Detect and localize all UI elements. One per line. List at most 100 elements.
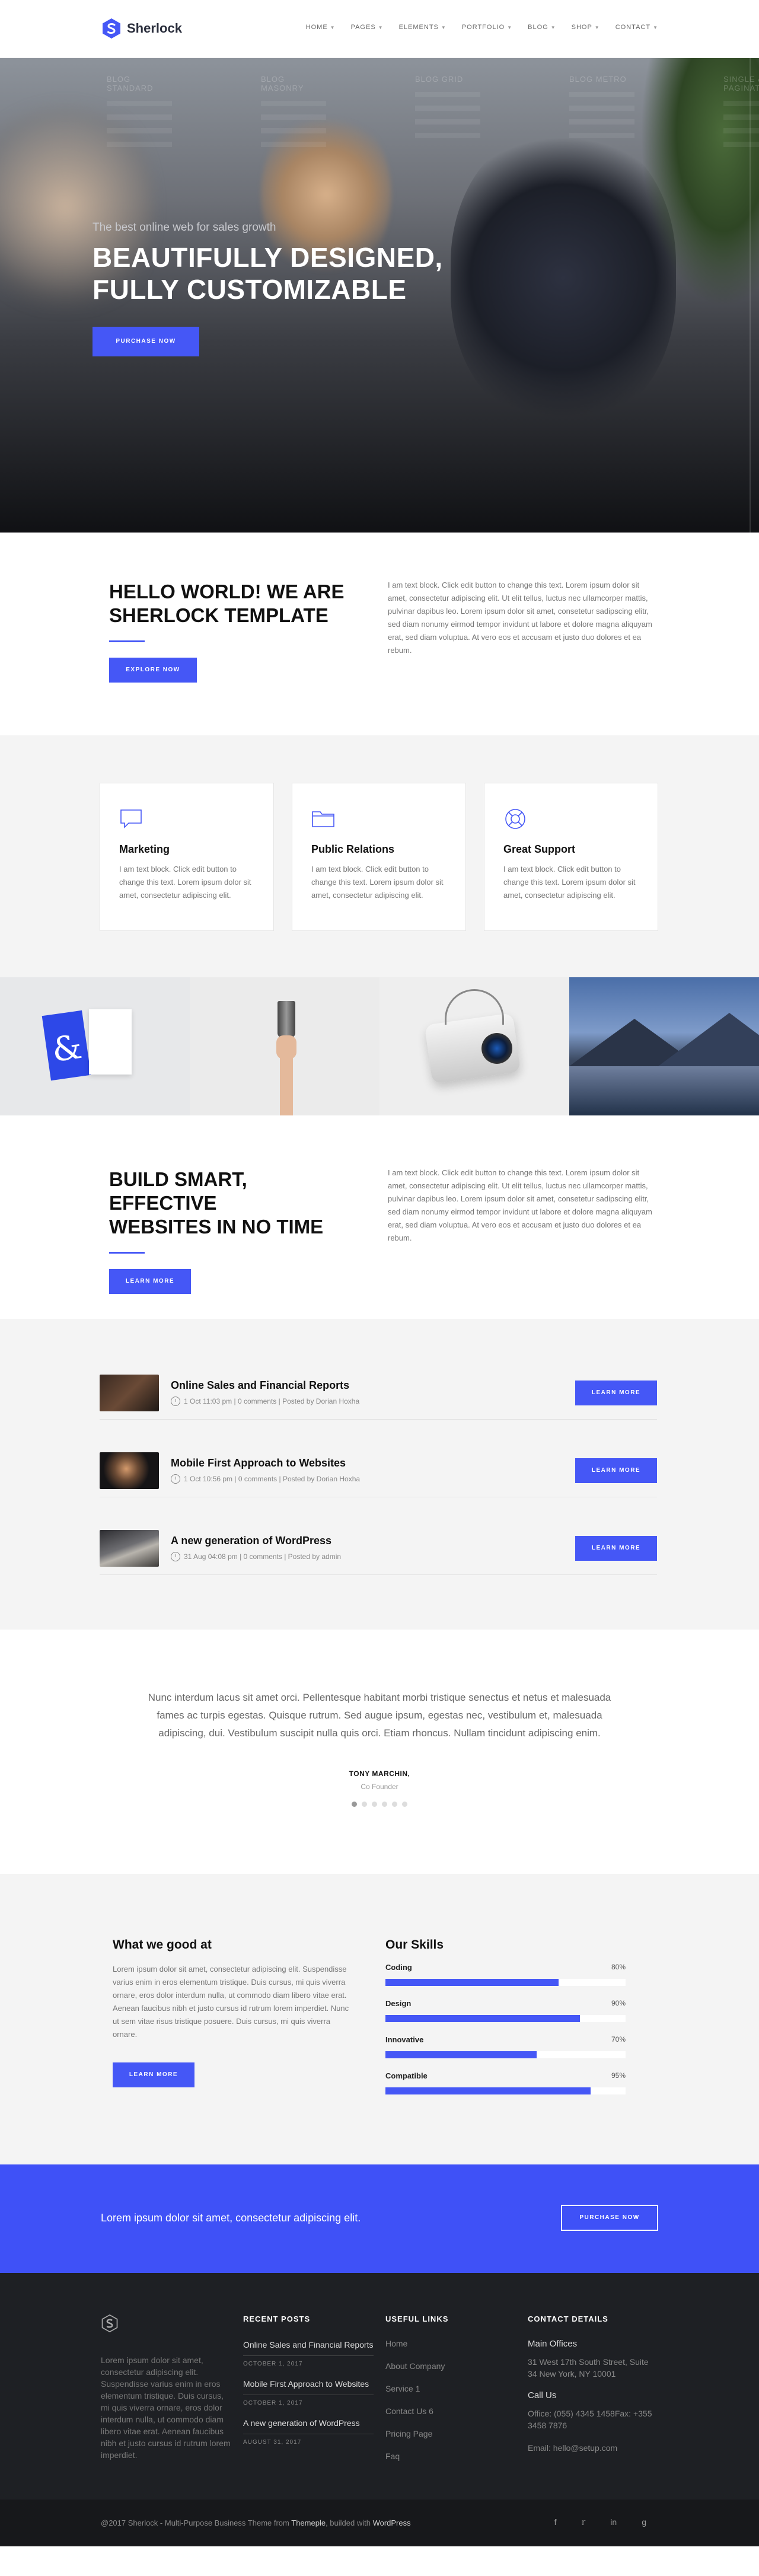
nav-shop[interactable]: SHOP ▼ bbox=[572, 24, 600, 31]
nav-contact[interactable]: CONTACT ▼ bbox=[616, 24, 658, 31]
gallery-image-landscape[interactable] bbox=[569, 977, 759, 1115]
footer-post-link[interactable]: Mobile First Approach to Websites bbox=[243, 2378, 374, 2390]
build-title: BUILD SMART, EFFECTIVE WEBSITES IN NO TI… bbox=[109, 1168, 358, 1239]
site-header: Sherlock HOME ▼ PAGES ▼ ELEMENTS ▼ PORTFOLI… bbox=[0, 0, 759, 58]
mega-menu-item bbox=[569, 92, 634, 97]
clock-icon bbox=[171, 1397, 180, 1406]
purchase-now-button[interactable]: PURCHASE NOW bbox=[561, 2205, 658, 2231]
footer-post-link[interactable]: A new generation of WordPress bbox=[243, 2417, 374, 2429]
hero-title: BEAUTIFULLY DESIGNED, FULLY CUSTOMIZABLE bbox=[93, 241, 443, 305]
skill-name: Design bbox=[385, 1999, 412, 2008]
post-title[interactable]: Mobile First Approach to Websites bbox=[171, 1457, 360, 1469]
copyright-brand-link[interactable]: Themeple bbox=[291, 2518, 326, 2527]
ampersand-icon: & bbox=[49, 1027, 85, 1070]
mega-menu-column[interactable]: SINGLE & PAGINATION bbox=[723, 75, 759, 147]
chevron-down-icon: ▼ bbox=[441, 24, 447, 30]
post-meta: 1 Oct 11:03 pm | 0 comments | Posted by … bbox=[171, 1397, 359, 1406]
post-thumbnail[interactable] bbox=[100, 1374, 159, 1411]
blog-posts-section: Online Sales and Financial Reports 1 Oct… bbox=[0, 1319, 759, 1630]
gallery-image-cup[interactable] bbox=[190, 977, 380, 1115]
skill-bar: Compatible 95% bbox=[385, 2071, 626, 2094]
arm-shape bbox=[280, 1057, 293, 1115]
post-thumbnail[interactable] bbox=[100, 1452, 159, 1489]
footer-about-column: Lorem ipsum dolor sit amet, consectetur … bbox=[101, 2314, 231, 2461]
camera-lens-icon bbox=[481, 1033, 512, 1064]
mega-menu-column[interactable]: BLOG STANDARD bbox=[107, 75, 172, 147]
copyright-wordpress-link[interactable]: WordPress bbox=[373, 2518, 411, 2527]
carousel-dot[interactable] bbox=[352, 1802, 357, 1807]
mega-menu-column[interactable]: BLOG MASONRY bbox=[261, 75, 326, 147]
nav-blog[interactable]: BLOG ▼ bbox=[528, 24, 556, 31]
mega-menu-label: BLOG MASONRY bbox=[261, 75, 304, 93]
call-us-title: Call Us bbox=[528, 2390, 557, 2400]
nav-pages[interactable]: PAGES ▼ bbox=[351, 24, 384, 31]
facebook-icon[interactable]: f bbox=[554, 2517, 557, 2527]
footer-link-home[interactable]: Home bbox=[385, 2339, 448, 2348]
logo[interactable]: Sherlock bbox=[101, 18, 182, 39]
carousel-dot[interactable] bbox=[372, 1802, 377, 1807]
hero-content: The best online web for sales growth BEA… bbox=[93, 221, 443, 356]
mega-menu-column[interactable]: BLOG GRID bbox=[415, 75, 480, 147]
post-body: A new generation of WordPress 31 Aug 04:… bbox=[171, 1535, 341, 1561]
mega-menu-item bbox=[723, 101, 759, 106]
nav-home[interactable]: HOME ▼ bbox=[306, 24, 336, 31]
carousel-dot[interactable] bbox=[392, 1802, 397, 1807]
logo-text: Sherlock bbox=[127, 21, 182, 36]
skill-fill bbox=[385, 2015, 581, 2022]
service-text: I am text block. Click edit button to ch… bbox=[311, 865, 444, 900]
nav-portfolio[interactable]: PORTFOLIO ▼ bbox=[462, 24, 512, 31]
copyright-text: , builded with bbox=[326, 2518, 373, 2527]
footer-link-pricing[interactable]: Pricing Page bbox=[385, 2429, 448, 2438]
skill-name: Compatible bbox=[385, 2071, 428, 2080]
footer-link-about[interactable]: About Company bbox=[385, 2361, 448, 2371]
mega-menu-item bbox=[415, 106, 480, 111]
carousel-dot[interactable] bbox=[382, 1802, 387, 1807]
mega-menu-item bbox=[107, 142, 172, 147]
main-nav: HOME ▼ PAGES ▼ ELEMENTS ▼ PORTFOLIO ▼ BLOG ▼ … bbox=[306, 24, 658, 31]
footer-post-date: OCTOBER 1, 2017 bbox=[243, 2395, 374, 2406]
footer-post-date: OCTOBER 1, 2017 bbox=[243, 2355, 374, 2367]
footer-recent-posts-column: RECENT POSTS Online Sales and Financial … bbox=[243, 2314, 374, 2456]
skills-block: Our Skills Coding 80% Design 90% Innovat… bbox=[385, 1938, 626, 2108]
mega-menu-item bbox=[261, 101, 326, 106]
mega-menu-column[interactable]: BLOG METRO bbox=[569, 75, 634, 147]
build-section: BUILD SMART, EFFECTIVE WEBSITES IN NO TI… bbox=[0, 1115, 759, 1319]
carousel-dot[interactable] bbox=[402, 1802, 407, 1807]
post-title[interactable]: A new generation of WordPress bbox=[171, 1535, 341, 1547]
explore-now-button[interactable]: EXPLORE NOW bbox=[109, 658, 197, 683]
brand-card-shape bbox=[89, 1009, 132, 1075]
learn-more-button[interactable]: LEARN MORE bbox=[575, 1458, 657, 1483]
mega-menu-item bbox=[723, 128, 759, 133]
post-item: A new generation of WordPress 31 Aug 04:… bbox=[100, 1522, 657, 1575]
skill-track bbox=[385, 2087, 626, 2094]
linkedin-icon[interactable]: in bbox=[610, 2517, 617, 2527]
skill-fill bbox=[385, 2051, 537, 2058]
intro-title-line: HELLO WORLD! WE ARE bbox=[109, 581, 345, 602]
testimonial-role: Co Founder bbox=[361, 1783, 398, 1791]
gallery-image-camera[interactable] bbox=[380, 977, 569, 1115]
chevron-down-icon: ▼ bbox=[378, 24, 384, 30]
learn-more-button[interactable]: LEARN MORE bbox=[109, 1269, 191, 1294]
skill-percent: 80% bbox=[611, 1963, 626, 1971]
learn-more-button[interactable]: LEARN MORE bbox=[575, 1381, 657, 1405]
learn-more-button[interactable]: LEARN MORE bbox=[113, 2062, 194, 2087]
contact-email[interactable]: Email: hello@setup.com bbox=[528, 2442, 658, 2454]
post-thumbnail[interactable] bbox=[100, 1529, 159, 1567]
intro-heading-block: HELLO WORLD! WE ARE SHERLOCK TEMPLATE EX… bbox=[109, 580, 358, 683]
footer-link-faq[interactable]: Faq bbox=[385, 2451, 448, 2461]
skill-track bbox=[385, 2051, 626, 2058]
post-title[interactable]: Online Sales and Financial Reports bbox=[171, 1379, 359, 1392]
carousel-dot[interactable] bbox=[362, 1802, 367, 1807]
learn-more-button[interactable]: LEARN MORE bbox=[575, 1536, 657, 1561]
hero-section: BLOG STANDARD BLOG MASONRY BLOG GRID BLO… bbox=[0, 58, 759, 533]
footer-link-contact[interactable]: Contact Us 6 bbox=[385, 2406, 448, 2416]
service-card-marketing: Marketing I am text block. Click edit bu… bbox=[100, 783, 274, 931]
gallery-image-branding[interactable]: & bbox=[0, 977, 190, 1115]
purchase-now-button[interactable]: PURCHASE NOW bbox=[93, 327, 199, 356]
footer-post-link[interactable]: Online Sales and Financial Reports bbox=[243, 2339, 374, 2351]
nav-elements[interactable]: ELEMENTS ▼ bbox=[399, 24, 447, 31]
skill-name: Innovative bbox=[385, 2035, 424, 2044]
footer-link-service[interactable]: Service 1 bbox=[385, 2384, 448, 2393]
google-plus-icon[interactable]: g bbox=[642, 2517, 646, 2527]
twitter-icon[interactable]: 𝕣 bbox=[582, 2517, 586, 2527]
